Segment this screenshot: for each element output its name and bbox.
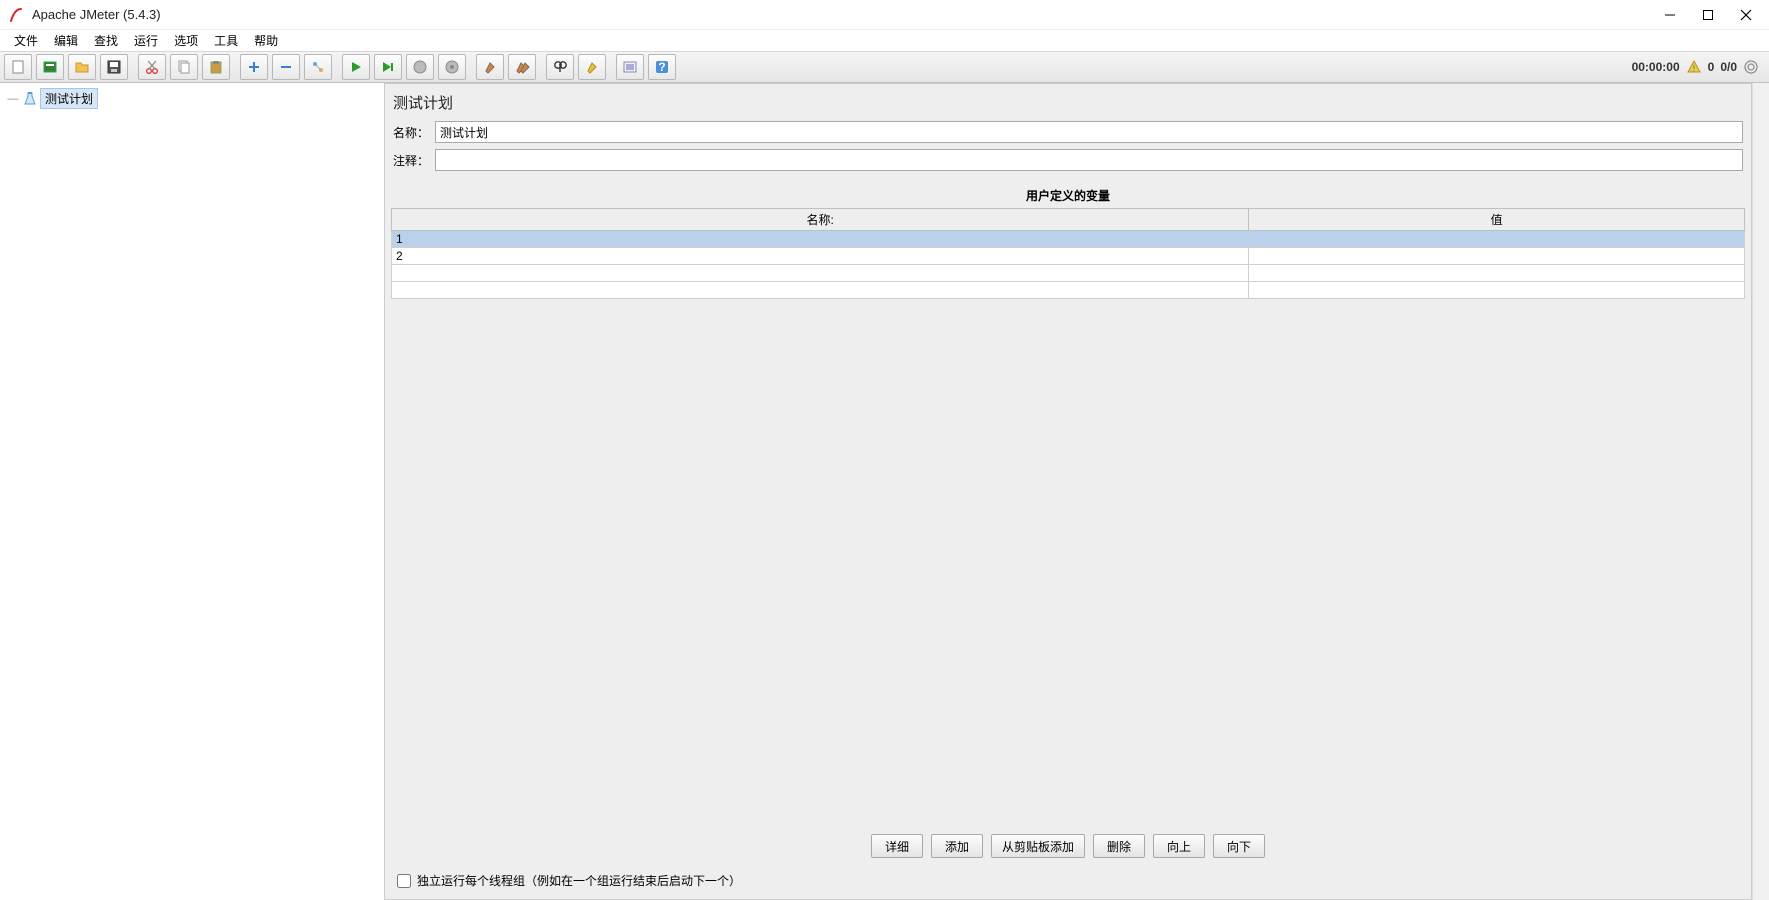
toolbar: ? 00:00:00 0 0/0 — [0, 51, 1769, 83]
shutdown-button[interactable] — [438, 54, 466, 80]
vertical-scrollbar[interactable] — [1752, 83, 1769, 900]
elapsed-timer: 00:00:00 — [1632, 60, 1680, 74]
name-input[interactable] — [435, 121, 1743, 143]
add-from-clipboard-button[interactable]: 从剪贴板添加 — [991, 834, 1085, 858]
comment-row: 注释： — [391, 149, 1745, 171]
warning-count: 0 — [1708, 60, 1715, 74]
vars-col-value[interactable]: 值 — [1249, 209, 1745, 231]
up-button[interactable]: 向上 — [1153, 834, 1205, 858]
menu-options[interactable]: 选项 — [166, 30, 206, 51]
table-row[interactable]: 2 — [392, 248, 1745, 265]
menubar: 文件 编辑 查找 运行 选项 工具 帮助 — [0, 30, 1769, 51]
clear-button[interactable] — [476, 54, 504, 80]
vars-table[interactable]: 名称: 值 1 2 — [391, 208, 1745, 299]
cell-name[interactable]: 2 — [392, 248, 1249, 265]
menu-file[interactable]: 文件 — [6, 30, 46, 51]
cell-value[interactable] — [1249, 265, 1745, 282]
templates-button[interactable] — [36, 54, 64, 80]
test-plan-icon — [22, 91, 38, 107]
cell-value[interactable] — [1249, 231, 1745, 248]
new-button[interactable] — [4, 54, 32, 80]
cell-name[interactable] — [392, 265, 1249, 282]
vars-button-row: 详细 添加 从剪贴板添加 删除 向上 向下 — [391, 824, 1745, 868]
table-row[interactable]: 1 — [392, 231, 1745, 248]
isolate-threads-checkbox[interactable] — [397, 874, 411, 888]
warning-icon[interactable] — [1686, 59, 1702, 75]
comment-label: 注释： — [393, 152, 429, 169]
window-controls — [1663, 8, 1761, 22]
table-empty-area — [391, 299, 1745, 824]
cell-name[interactable]: 1 — [392, 231, 1249, 248]
menu-tools[interactable]: 工具 — [206, 30, 246, 51]
close-button[interactable] — [1739, 8, 1753, 22]
search-button[interactable] — [546, 54, 574, 80]
copy-button[interactable] — [170, 54, 198, 80]
tree-root-label[interactable]: 测试计划 — [40, 88, 98, 109]
isolate-threads-label: 独立运行每个线程组（例如在一个组运行结束后启动下一个） — [417, 872, 741, 889]
clear-all-button[interactable] — [508, 54, 536, 80]
expand-button[interactable] — [240, 54, 268, 80]
cut-button[interactable] — [138, 54, 166, 80]
tree-expand-handle[interactable]: — — [6, 93, 20, 105]
main-area: — 测试计划 测试计划 名称： 注释： 用户定义的变量 名称: 值 — [0, 83, 1769, 900]
titlebar: Apache JMeter (5.4.3) — [0, 0, 1769, 30]
add-button[interactable]: 添加 — [931, 834, 983, 858]
help-button[interactable]: ? — [648, 54, 676, 80]
vars-section-title: 用户定义的变量 — [391, 177, 1745, 208]
stop-button[interactable] — [406, 54, 434, 80]
vars-col-name[interactable]: 名称: — [392, 209, 1249, 231]
maximize-button[interactable] — [1701, 8, 1715, 22]
minimize-button[interactable] — [1663, 8, 1677, 22]
jmeter-icon — [8, 7, 24, 23]
window-title: Apache JMeter (5.4.3) — [32, 7, 1663, 22]
paste-button[interactable] — [202, 54, 230, 80]
function-helper-button[interactable] — [616, 54, 644, 80]
thread-indicator-icon — [1743, 59, 1759, 75]
tree-panel: — 测试计划 — [0, 83, 385, 900]
save-button[interactable] — [100, 54, 128, 80]
collapse-button[interactable] — [272, 54, 300, 80]
tree-root-row[interactable]: — 测试计划 — [4, 87, 384, 110]
menu-search[interactable]: 查找 — [86, 30, 126, 51]
comment-input[interactable] — [435, 149, 1743, 171]
detail-button[interactable]: 详细 — [871, 834, 923, 858]
isolate-threads-row: 独立运行每个线程组（例如在一个组运行结束后启动下一个） — [391, 868, 1745, 893]
toggle-button[interactable] — [304, 54, 332, 80]
editor-title: 测试计划 — [391, 88, 1745, 121]
start-no-timers-button[interactable] — [374, 54, 402, 80]
delete-button[interactable]: 删除 — [1093, 834, 1145, 858]
reset-search-button[interactable] — [578, 54, 606, 80]
vars-table-wrap: 名称: 值 1 2 — [391, 208, 1745, 868]
menu-edit[interactable]: 编辑 — [46, 30, 86, 51]
name-row: 名称： — [391, 121, 1745, 143]
down-button[interactable]: 向下 — [1213, 834, 1265, 858]
editor-panel: 测试计划 名称： 注释： 用户定义的变量 名称: 值 1 — [385, 83, 1752, 900]
name-label: 名称： — [393, 124, 429, 141]
cell-name[interactable] — [392, 282, 1249, 299]
open-button[interactable] — [68, 54, 96, 80]
start-button[interactable] — [342, 54, 370, 80]
cell-value[interactable] — [1249, 282, 1745, 299]
menu-help[interactable]: 帮助 — [246, 30, 286, 51]
table-row[interactable] — [392, 282, 1745, 299]
table-row[interactable] — [392, 265, 1745, 282]
toolbar-status: 00:00:00 0 0/0 — [1632, 59, 1765, 75]
svg-text:?: ? — [658, 60, 665, 74]
active-threads: 0/0 — [1720, 60, 1737, 74]
cell-value[interactable] — [1249, 248, 1745, 265]
menu-run[interactable]: 运行 — [126, 30, 166, 51]
